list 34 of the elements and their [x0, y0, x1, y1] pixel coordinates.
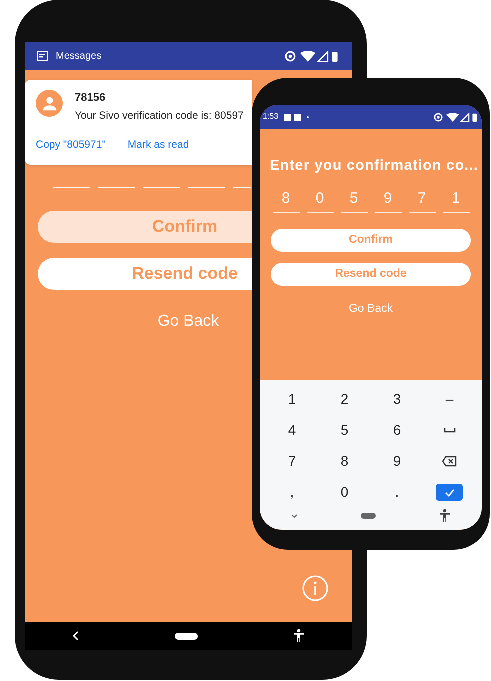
backspace-icon[interactable]	[442, 456, 458, 467]
app-name: Messages	[56, 50, 102, 64]
notification-action[interactable]: Mark as read	[128, 138, 190, 154]
chevron-down-icon[interactable]	[291, 514, 298, 518]
keyboard-key[interactable]: 6	[377, 420, 418, 441]
keyboard-key[interactable]: 0	[324, 482, 365, 503]
notification-card[interactable]: 78156 Your Sivo verification code is: 80597 Copy "805971" Mark as read	[25, 80, 252, 165]
keyboard-key[interactable]: 2	[324, 389, 365, 410]
accessibility-icon[interactable]	[438, 509, 451, 523]
keyboard-key[interactable]: .	[377, 482, 418, 503]
keyboard-key[interactable]: –	[430, 389, 470, 410]
accessibility-icon[interactable]	[292, 629, 305, 643]
status-time: 1:53	[263, 111, 279, 123]
message-icon	[37, 51, 48, 61]
keyboard-key[interactable]: ,	[272, 482, 312, 503]
check-icon	[444, 488, 455, 496]
home-button[interactable]	[174, 632, 198, 640]
keyboard-key[interactable]: 5	[324, 420, 365, 441]
message-text: Your Sivo verification code is: 80597	[75, 108, 244, 124]
notification-action[interactable]: Copy "805971"	[36, 138, 106, 154]
keyboard-key[interactable]: 1	[272, 389, 312, 410]
sender: 78156	[75, 91, 107, 106]
keyboard-key[interactable]: 8	[324, 451, 365, 472]
keyboard-key[interactable]: 3	[377, 389, 418, 410]
back-icon[interactable]	[72, 631, 80, 641]
keyboard-key[interactable]: 7	[272, 451, 312, 472]
done-key[interactable]	[436, 484, 464, 501]
status-icons	[285, 50, 340, 62]
keyboard-key[interactable]: 9	[377, 451, 418, 472]
keyboard-key[interactable]: 4	[272, 420, 312, 441]
status-icons	[434, 112, 479, 122]
screen-title: Enter you confirmation co...	[269, 157, 480, 176]
notification-icons	[284, 114, 310, 120]
space-key-icon[interactable]	[444, 428, 456, 433]
